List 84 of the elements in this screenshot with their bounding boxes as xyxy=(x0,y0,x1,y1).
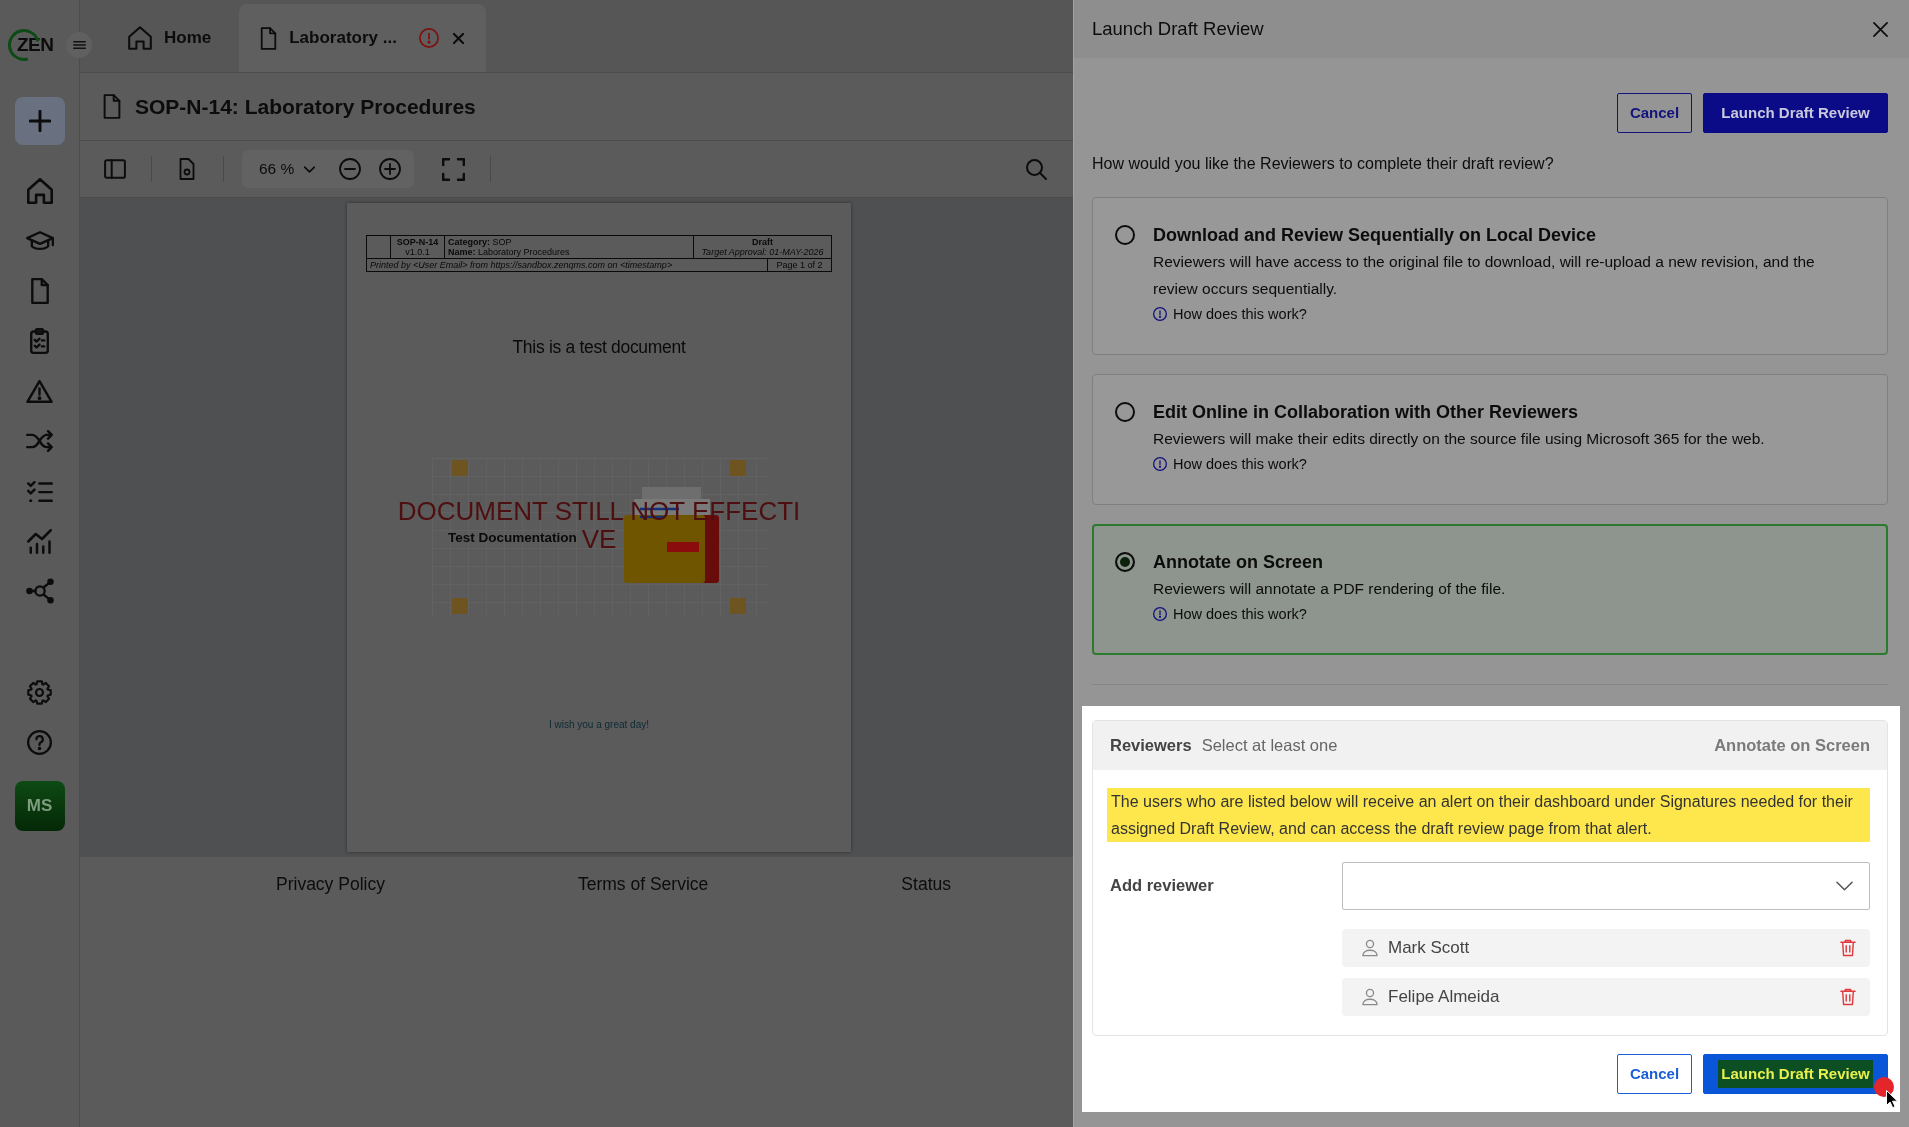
resize-handle-icon[interactable] xyxy=(730,460,746,476)
help-icon[interactable] xyxy=(27,729,52,755)
option-description: Reviewers will annotate a PDF rendering of the file. xyxy=(1153,579,1506,599)
option-card[interactable]: Edit Online in Collaboration with Other Reviewers Reviewers will make their edits directly on the source file using Microsoft 365 for the web. How does this work? xyxy=(1092,374,1888,505)
reviewer-name: Felipe Almeida xyxy=(1388,986,1500,1009)
sidebar-toggle-icon[interactable] xyxy=(104,159,126,179)
resize-handle-icon[interactable] xyxy=(452,598,468,614)
user-avatar[interactable]: MS xyxy=(14,781,65,831)
caret-down-icon xyxy=(304,165,316,173)
reviewer-name: Mark Scott xyxy=(1388,937,1470,960)
tab[interactable]: Laboratory ... xyxy=(239,4,486,72)
zoom-out-icon[interactable] xyxy=(339,158,362,180)
info-icon xyxy=(1153,307,1167,321)
option-title: Edit Online in Collaboration with Other Reviewers xyxy=(1153,401,1580,424)
document-title: SOP-N-14: Laboratory Procedures xyxy=(135,93,476,120)
chevron-down-icon xyxy=(1836,881,1853,891)
home-icon xyxy=(128,26,152,50)
delete-icon[interactable] xyxy=(1840,939,1856,957)
chart-icon[interactable] xyxy=(27,528,52,554)
info-icon xyxy=(1153,457,1167,471)
add-reviewer-label: Add reviewer xyxy=(1109,875,1215,896)
cancel-button[interactable]: Cancel xyxy=(1617,93,1692,133)
zoom-level-dropdown[interactable]: 66 % xyxy=(259,157,316,181)
search-icon[interactable] xyxy=(1026,158,1047,180)
add-button[interactable] xyxy=(14,97,65,145)
option-description: Reviewers will have access to the original file to download, will re-upload a new revision, and the review occurs sequentially. xyxy=(1153,252,1816,299)
notice-text: The users who are listed below will receive an alert on their dashboard under Signatures needed for their assigned Draft Review, and can access the draft review page from that alert. xyxy=(1107,788,1870,842)
help-link[interactable]: How does this work? xyxy=(1153,302,1307,326)
document-name: Name: Laboratory Procedures xyxy=(448,247,571,257)
person-icon xyxy=(1362,988,1378,1006)
checklist-icon[interactable] xyxy=(26,480,53,502)
home-icon[interactable] xyxy=(26,178,53,204)
image-caption: Test Documentation xyxy=(448,529,577,546)
help-link[interactable]: How does this work? xyxy=(1153,452,1307,476)
resize-handle-icon[interactable] xyxy=(452,460,468,476)
option-title: Annotate on Screen xyxy=(1153,551,1325,574)
warning-icon[interactable] xyxy=(26,379,53,403)
radio-button[interactable] xyxy=(1115,402,1135,422)
menu-icon xyxy=(72,40,86,50)
option-description: Reviewers will make their edits directly on the source file using Microsoft 365 for the web. xyxy=(1153,429,1765,449)
plus-icon xyxy=(28,110,51,132)
closing-line: I wish you a great day! xyxy=(547,718,651,732)
delete-icon[interactable] xyxy=(1840,988,1856,1006)
fullscreen-icon[interactable] xyxy=(442,157,466,181)
person-icon xyxy=(1362,939,1378,957)
document-number: SOP-N-14 xyxy=(395,237,440,247)
review-mode-label: Annotate on Screen xyxy=(1714,735,1870,757)
document-category: Category: SOP xyxy=(448,237,513,247)
close-icon[interactable] xyxy=(1873,21,1888,37)
document-icon xyxy=(260,26,278,50)
help-link[interactable]: How does this work? xyxy=(1153,602,1307,626)
close-icon[interactable] xyxy=(452,32,464,44)
shuffle-icon[interactable] xyxy=(26,430,53,452)
info-icon xyxy=(1153,607,1167,621)
reviewer-select[interactable] xyxy=(1342,862,1870,910)
page-settings-icon[interactable] xyxy=(179,158,195,180)
cancel-button[interactable]: Cancel xyxy=(1617,1054,1692,1094)
page-number: Page 1 of 2 xyxy=(775,260,824,270)
document-icon[interactable] xyxy=(30,278,49,304)
document-status: Draft xyxy=(751,237,774,247)
print-info: Printed by <User Email> from https://sandbox.zenqms.com on <timestamp> xyxy=(370,260,674,270)
option-card[interactable]: Download and Review Sequentially on Local Device Reviewers will have access to the original file to download, will re-upload a new revision, and the review occurs sequentially. How does this work? xyxy=(1092,197,1888,355)
section-hint: Select at least one xyxy=(1201,735,1338,757)
panel-title: Launch Draft Review xyxy=(1092,17,1264,42)
radio-button[interactable] xyxy=(1115,552,1135,572)
option-title: Download and Review Sequentially on Local Device xyxy=(1153,224,1598,247)
launch-review-button[interactable]: Launch Draft Review xyxy=(1703,93,1888,133)
graduation-cap-icon[interactable] xyxy=(25,231,54,251)
resize-handle-icon[interactable] xyxy=(730,598,746,614)
review-question: How would you like the Reviewers to complete their draft review? xyxy=(1092,154,1555,174)
settings-icon[interactable] xyxy=(27,679,52,705)
clipboard-check-icon[interactable] xyxy=(30,328,49,354)
document-version: v1.0.1 xyxy=(404,247,431,257)
target-approval-date: Target Approval: 01-MAY-2026 xyxy=(700,247,825,257)
watermark-text: VE xyxy=(581,525,617,553)
section-title: Reviewers xyxy=(1110,735,1192,757)
radio-button[interactable] xyxy=(1115,225,1135,245)
option-card[interactable]: Annotate on Screen Reviewers will annotate a PDF rendering of the file. How does this work? xyxy=(1092,524,1888,655)
document-icon xyxy=(103,94,121,119)
launch-review-button[interactable]: Launch Draft Review xyxy=(1703,1054,1888,1094)
zoom-in-icon[interactable] xyxy=(379,158,402,180)
click-marker-icon xyxy=(1874,1077,1894,1097)
document-heading: This is a test document xyxy=(511,336,687,359)
network-icon[interactable] xyxy=(25,578,54,604)
